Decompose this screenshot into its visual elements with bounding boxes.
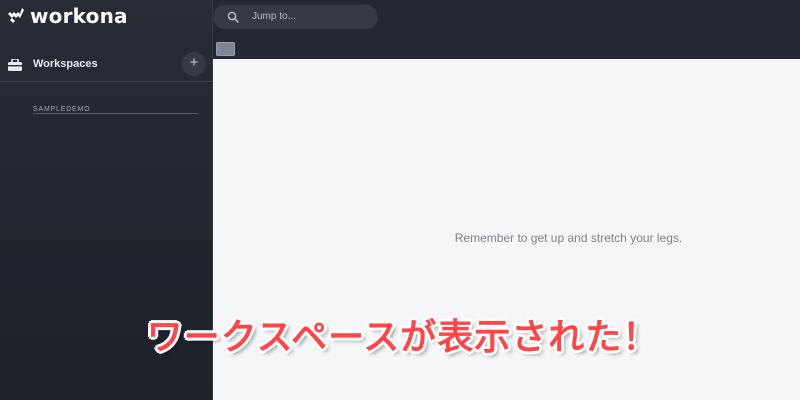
search-icon <box>227 11 239 23</box>
search-placeholder: Jump to... <box>252 11 296 22</box>
app-window: workona Workspaces + SAMPLEDEMO Jump to.… <box>0 0 800 400</box>
overlay-caption: ワークスペースが表示された！ <box>146 317 660 358</box>
logo[interactable]: workona <box>6 4 128 28</box>
workspaces-label: Workspaces <box>33 58 98 70</box>
logo-text: workona <box>30 4 128 28</box>
reminder-message: Remember to get up and stretch your legs… <box>454 231 683 245</box>
workona-logo-icon <box>8 8 24 23</box>
browser-tab[interactable] <box>216 42 235 56</box>
workspace-item-label: SAMPLEDEMO <box>33 106 91 113</box>
briefcase-icon <box>8 59 22 71</box>
add-workspace-button[interactable]: + <box>182 52 206 76</box>
workspace-item-sampledemo[interactable]: SAMPLEDEMO <box>33 98 198 114</box>
workspaces-header: Workspaces + <box>0 48 212 82</box>
jump-to-search[interactable]: Jump to... <box>213 5 378 29</box>
